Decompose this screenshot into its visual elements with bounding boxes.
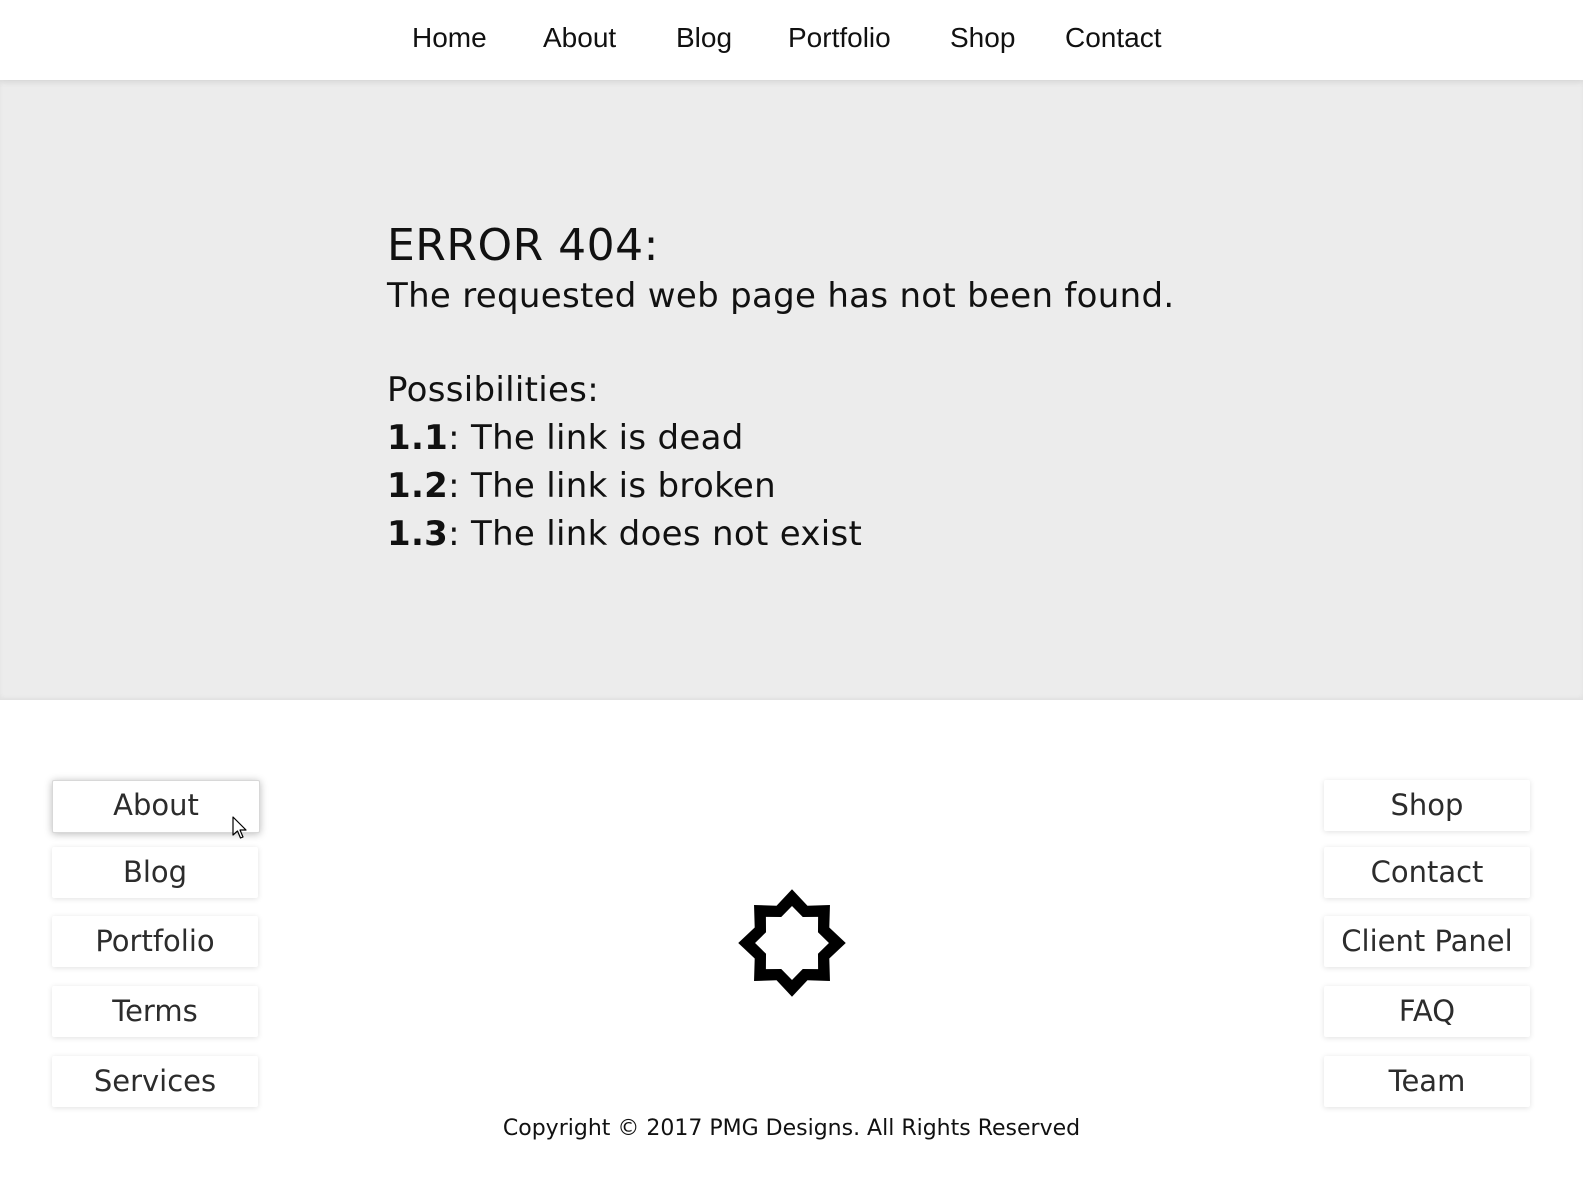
possibility-item: 1.1: The link is dead	[387, 414, 1387, 462]
error-section: ERROR 404: The requested web page has no…	[0, 80, 1583, 700]
footer-link-contact[interactable]: Contact	[1324, 847, 1530, 898]
possibility-item: 1.2: The link is broken	[387, 462, 1387, 510]
top-navigation: Home About Blog Portfolio Shop Contact	[0, 0, 1583, 80]
error-title: ERROR 404:	[387, 220, 659, 271]
nav-link-shop[interactable]: Shop	[950, 22, 1015, 54]
nav-link-blog[interactable]: Blog	[676, 22, 732, 54]
footer-link-about[interactable]: About	[52, 780, 260, 833]
footer-link-team[interactable]: Team	[1324, 1056, 1530, 1107]
eight-point-star-icon[interactable]	[736, 887, 848, 999]
mouse-cursor-icon	[232, 816, 247, 839]
nav-link-contact[interactable]: Contact	[1065, 22, 1162, 54]
footer-link-portfolio[interactable]: Portfolio	[52, 916, 258, 967]
footer-link-terms[interactable]: Terms	[52, 986, 258, 1037]
possibilities-label: Possibilities:	[387, 370, 599, 410]
nav-link-home[interactable]: Home	[412, 22, 487, 54]
possibility-text: : The link is broken	[448, 466, 776, 506]
copyright-text: Copyright © 2017 PMG Designs. All Rights…	[502, 1116, 1081, 1141]
footer-link-blog[interactable]: Blog	[52, 847, 258, 898]
possibility-item: 1.3: The link does not exist	[387, 510, 1387, 558]
footer-link-services[interactable]: Services	[52, 1056, 258, 1107]
possibility-text: : The link is dead	[448, 418, 744, 458]
error-message: The requested web page has not been foun…	[387, 276, 1175, 316]
possibility-number: 1.3	[387, 514, 449, 554]
possibility-number: 1.1	[387, 418, 449, 458]
error-content: ERROR 404: The requested web page has no…	[387, 220, 1387, 558]
possibility-text: : The link does not exist	[448, 514, 863, 554]
nav-link-about[interactable]: About	[543, 22, 616, 54]
nav-link-portfolio[interactable]: Portfolio	[788, 22, 891, 54]
footer-link-faq[interactable]: FAQ	[1324, 986, 1530, 1037]
footer-link-shop[interactable]: Shop	[1324, 780, 1530, 831]
possibility-number: 1.2	[387, 466, 449, 506]
footer-link-client-panel[interactable]: Client Panel	[1324, 916, 1530, 967]
